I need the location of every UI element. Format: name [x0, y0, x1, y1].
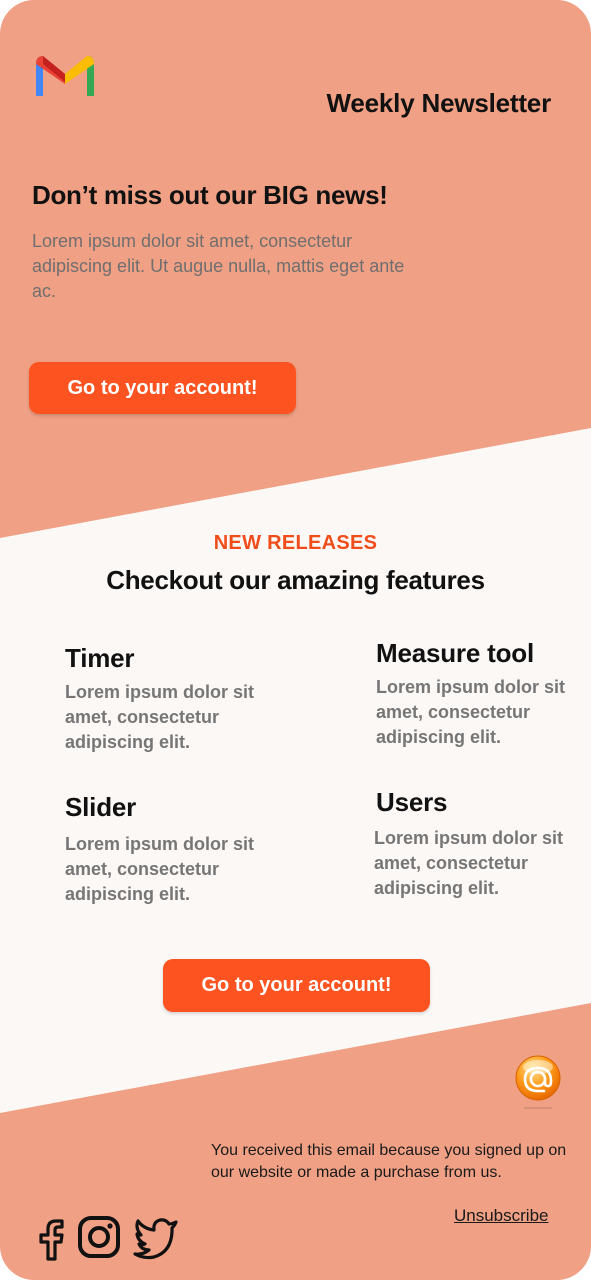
- unsubscribe-link[interactable]: Unsubscribe: [454, 1206, 549, 1226]
- instagram-icon[interactable]: [76, 1213, 122, 1261]
- section-kicker: NEW RELEASES: [213, 532, 378, 554]
- feature-text-timer: Lorem ipsum dolor sit amet, consectetur …: [65, 682, 255, 752]
- feature-title-slider: Slider: [65, 792, 137, 822]
- go-to-account-button-secondary[interactable]: Go to your account!: [163, 959, 430, 1012]
- section-title: Checkout our amazing features: [106, 565, 485, 595]
- feature-text-users: Lorem ipsum dolor sit amet, consectetur …: [374, 828, 564, 898]
- feature-title-timer: Timer: [65, 643, 135, 673]
- feature-title-users: Users: [376, 787, 448, 817]
- go-to-account-button[interactable]: Go to your account!: [29, 362, 296, 414]
- feature-title-measure-tool: Measure tool: [376, 638, 534, 668]
- gmail-icon: [36, 56, 94, 96]
- newsletter-card: Weekly Newsletter Don’t miss out our BIG…: [0, 0, 591, 1280]
- twitter-icon[interactable]: [133, 1213, 179, 1261]
- hero-text: Lorem ipsum dolor sit amet, consectetur …: [32, 231, 405, 301]
- email-at-icon: [515, 1055, 561, 1109]
- facebook-icon[interactable]: [36, 1213, 66, 1261]
- footer-note: You received this email because you sign…: [211, 1142, 567, 1181]
- newsletter-title: Weekly Newsletter: [326, 88, 552, 118]
- feature-text-slider: Lorem ipsum dolor sit amet, consectetur …: [65, 834, 255, 904]
- hero-title: Don’t miss out our BIG news!: [32, 180, 388, 210]
- feature-text-measure-tool: Lorem ipsum dolor sit amet, consectetur …: [376, 677, 566, 747]
